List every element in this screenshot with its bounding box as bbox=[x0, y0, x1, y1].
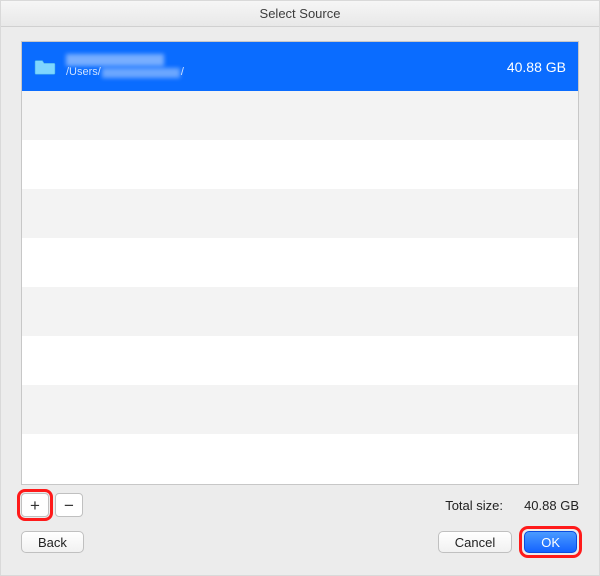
dialog-buttons: Back Cancel OK bbox=[21, 529, 579, 555]
source-row-empty[interactable] bbox=[22, 336, 578, 385]
total-size-label: Total size: bbox=[445, 498, 503, 513]
total-size-value: 40.88 GB bbox=[515, 498, 579, 513]
source-name bbox=[66, 54, 495, 66]
footer-controls: + − Total size: 40.88 GB bbox=[21, 493, 579, 517]
source-row-empty[interactable] bbox=[22, 140, 578, 189]
source-size: 40.88 GB bbox=[495, 59, 566, 75]
source-row-empty[interactable] bbox=[22, 385, 578, 434]
back-button[interactable]: Back bbox=[21, 531, 84, 553]
remove-button[interactable]: − bbox=[55, 493, 83, 517]
cancel-button[interactable]: Cancel bbox=[438, 531, 512, 553]
ok-button[interactable]: OK bbox=[524, 531, 577, 553]
ok-highlight: OK bbox=[522, 529, 579, 555]
source-path: /Users// bbox=[66, 66, 495, 80]
source-list[interactable]: /Users// 40.88 GB bbox=[21, 41, 579, 485]
source-row-empty[interactable] bbox=[22, 91, 578, 140]
redacted-name bbox=[66, 54, 164, 66]
source-row-empty[interactable] bbox=[22, 238, 578, 287]
window-title: Select Source bbox=[1, 1, 599, 27]
add-button[interactable]: + bbox=[21, 493, 49, 517]
source-row-empty[interactable] bbox=[22, 287, 578, 336]
folder-icon bbox=[34, 58, 56, 76]
source-row-empty[interactable] bbox=[22, 189, 578, 238]
source-row[interactable]: /Users// 40.88 GB bbox=[22, 42, 578, 91]
redacted-path bbox=[102, 68, 180, 78]
source-row-text: /Users// bbox=[66, 54, 495, 80]
